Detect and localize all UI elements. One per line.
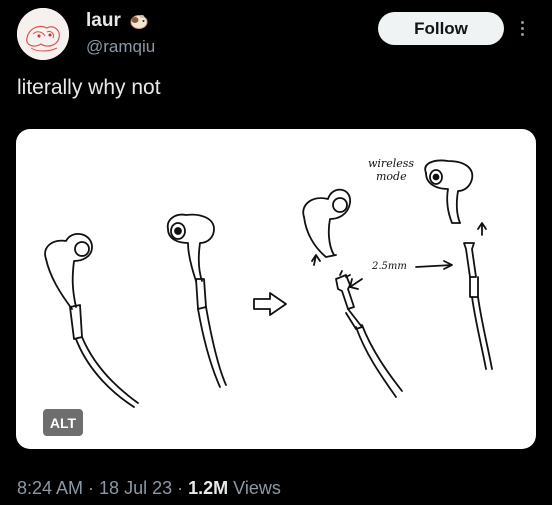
separator: · [177,478,184,498]
wireless-mode-label-2: mode [376,170,407,183]
tweet-time[interactable]: 8:24 AM [17,478,83,499]
earphone-sketch: wireless mode 2.5mm [44,157,493,408]
tweet-meta: 8:24 AM · 18 Jul 23 · 1.2M Views [17,478,281,499]
user-handle[interactable]: @ramqiu [86,37,155,57]
user-name-row: laur [86,10,149,32]
right-arrow-icon [253,292,287,316]
follow-button[interactable]: Follow [378,12,504,45]
alt-text-button[interactable]: ALT [43,409,83,436]
earphone-side-drawing [44,233,139,408]
separator: · [88,478,95,498]
more-vertical-icon[interactable] [516,14,528,42]
tweet-text: literally why not [17,76,161,99]
wireless-mode-label-1: wireless [368,157,414,170]
views-count[interactable]: 1.2M [188,478,228,499]
earphone-front-drawing [166,213,227,388]
jack-size-label: 2.5mm [371,261,407,272]
tweet-image[interactable]: wireless mode 2.5mm ALT [16,129,536,449]
earphone-wireless-drawing [424,159,493,370]
tweet-date[interactable]: 18 Jul 23 [99,478,172,499]
display-name[interactable]: laur [86,10,121,32]
views-label: Views [233,478,281,498]
earphone-detached-drawing [302,188,453,398]
guinea-pig-icon [130,15,148,29]
avatar[interactable] [17,8,69,60]
avatar-sketch-icon [17,8,69,60]
